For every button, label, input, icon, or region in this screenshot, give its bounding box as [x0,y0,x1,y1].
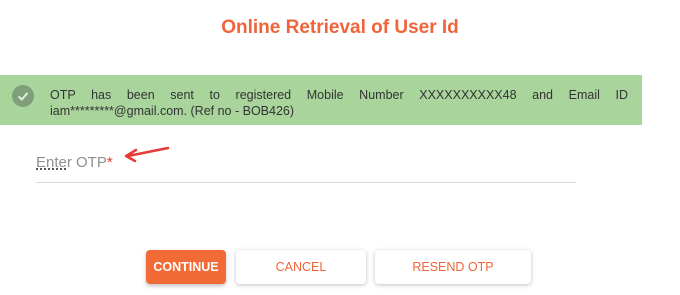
success-alert: OTP has been sent to registered Mobile N… [0,75,642,125]
check-circle-icon [12,85,34,107]
continue-button[interactable]: CONTINUE [146,250,226,284]
otp-field[interactable]: Enter OTP* [36,148,580,184]
resend-otp-button[interactable]: RESEND OTP [375,250,531,284]
red-arrow-icon [124,146,170,163]
alert-message: OTP has been sent to registered Mobile N… [50,88,628,118]
page-title: Online Retrieval of User Id [221,17,459,38]
cancel-button[interactable]: CANCEL [236,250,366,284]
